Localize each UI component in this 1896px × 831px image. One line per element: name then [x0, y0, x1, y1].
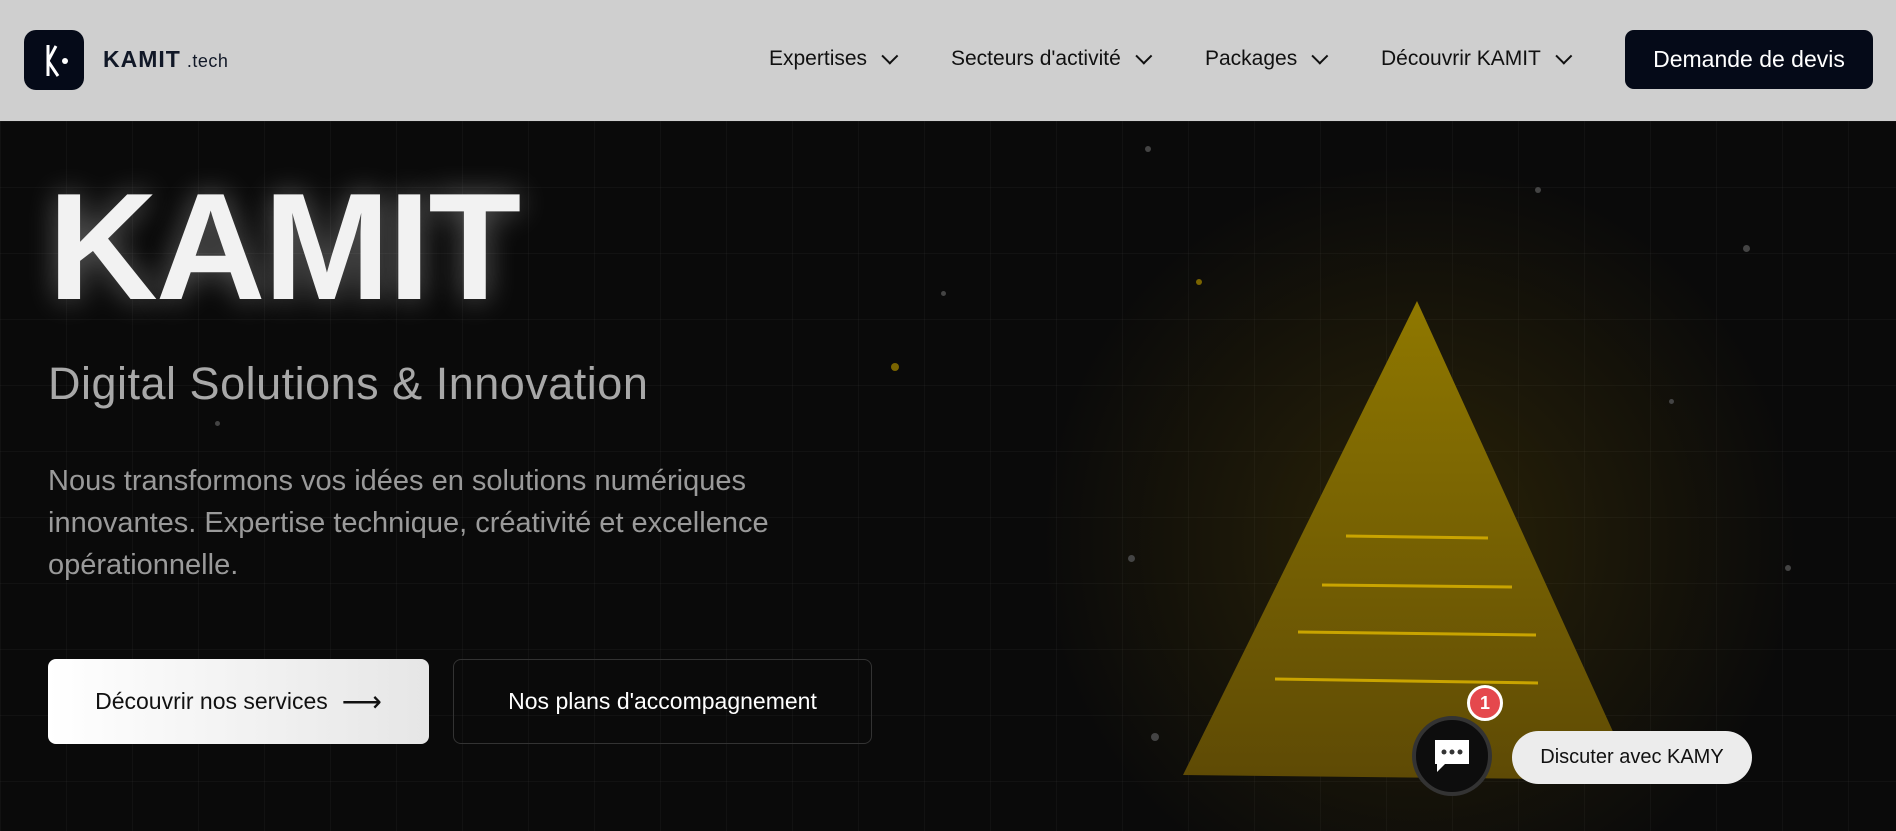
nav-label: Découvrir KAMIT: [1381, 47, 1541, 70]
support-plans-button[interactable]: Nos plans d'accompagnement: [453, 659, 872, 744]
chevron-down-icon: [1311, 47, 1329, 65]
hero-title: KAMIT: [48, 162, 521, 332]
nav-label: Expertises: [769, 47, 868, 70]
arrow-right-icon: ⟶: [341, 686, 382, 717]
nav-decouvrir[interactable]: Découvrir KAMIT: [1381, 47, 1573, 71]
chevron-down-icon: [1135, 47, 1153, 65]
nav-label: Secteurs d'activité: [951, 47, 1121, 70]
chat-button[interactable]: [1412, 716, 1492, 796]
logo-icon[interactable]: [24, 30, 84, 90]
nav-label: Packages: [1205, 47, 1298, 70]
hero-description: Nous transformons vos idées en solutions…: [48, 465, 769, 581]
brand-name[interactable]: KAMIT .tech: [103, 46, 228, 73]
brand-text: KAMIT: [103, 46, 181, 72]
nav-secteurs[interactable]: Secteurs d'activité: [951, 47, 1153, 71]
hero-subtitle: Digital Solutions & Innovation: [48, 358, 649, 409]
chat-bubble-icon: [1435, 740, 1469, 772]
top-navbar: KAMIT .tech Expertises Secteurs d'activit…: [0, 0, 1896, 121]
nav-packages[interactable]: Packages: [1205, 47, 1329, 71]
nav-expertises[interactable]: Expertises: [769, 47, 899, 71]
notification-badge: 1: [1467, 685, 1503, 721]
chevron-down-icon: [1555, 47, 1573, 65]
button-label: Découvrir nos services: [95, 688, 328, 714]
quote-request-button[interactable]: Demande de devis: [1625, 30, 1873, 89]
chevron-down-icon: [881, 47, 899, 65]
discover-services-button[interactable]: Découvrir nos services ⟶: [48, 659, 429, 744]
chat-with-kamy-button[interactable]: Discuter avec KAMY: [1512, 731, 1752, 784]
brand-suffix: .tech: [186, 51, 229, 71]
